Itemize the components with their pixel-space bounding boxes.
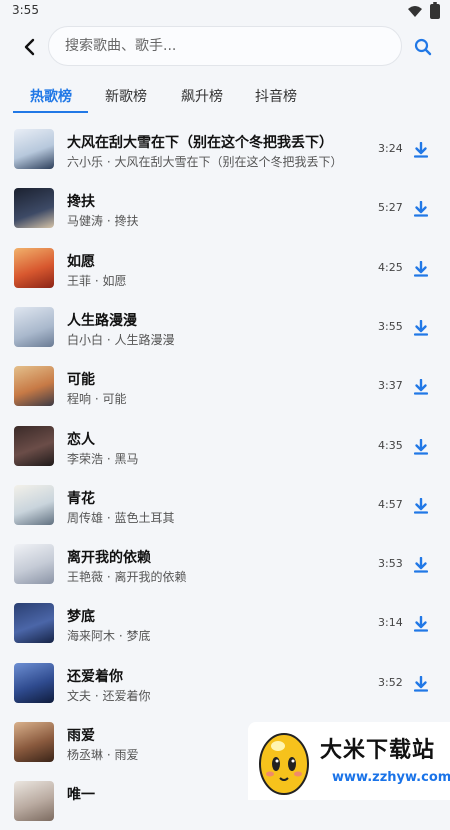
song-row[interactable]: 离开我的依赖王艳薇 · 离开我的依赖 3:53 (0, 534, 450, 593)
download-button[interactable] (410, 198, 432, 220)
song-duration: 3:24 (378, 142, 403, 155)
active-tab-indicator (13, 111, 88, 113)
back-button[interactable] (16, 34, 42, 60)
search-icon (414, 38, 432, 56)
download-button[interactable] (410, 436, 432, 458)
battery-icon (430, 2, 440, 19)
song-duration: 3:14 (378, 616, 403, 630)
song-row[interactable]: 人生路漫漫白小白 · 人生路漫漫 3:55 (0, 297, 450, 356)
chart-tabs: 热歌榜 新歌榜 飙升榜 抖音榜 (0, 80, 450, 114)
status-time: 3:55 (12, 3, 39, 17)
song-row[interactable]: 搀扶马健涛 · 搀扶 5:27 (0, 178, 450, 237)
download-button[interactable] (410, 613, 432, 635)
album-cover (14, 484, 54, 525)
song-row[interactable]: 如愿王菲 · 如愿 4:25 (0, 238, 450, 297)
song-title: 搀扶 (67, 194, 95, 211)
download-icon (414, 142, 428, 158)
song-row[interactable]: 恋人李荣浩 · 黑马 4:35 (0, 416, 450, 475)
song-title: 雨爱 (67, 728, 95, 744)
song-title: 人生路漫漫 (67, 312, 137, 329)
status-icons (408, 2, 440, 19)
song-title: 梦底 (67, 609, 95, 626)
song-artist: 王菲 · 如愿 (67, 273, 127, 288)
song-duration: 3:53 (378, 557, 403, 571)
song-title: 唯一 (67, 787, 95, 804)
chevron-left-icon (24, 38, 35, 56)
top-bar (0, 22, 450, 74)
song-title: 恋人 (67, 431, 95, 448)
status-bar: 3:55 (0, 0, 450, 22)
album-cover (14, 247, 54, 288)
download-button[interactable] (410, 317, 432, 339)
ad-url: www.zzhyw.com (332, 770, 450, 785)
song-row[interactable]: 梦底海来阿木 · 梦底 3:14 (0, 593, 450, 652)
song-artist: 六小乐 · 大风在刮大雪在下（别在这个冬把我丢下） (67, 155, 343, 169)
wifi-icon (408, 6, 422, 17)
song-artist: 王艳薇 · 离开我的依赖 (67, 570, 187, 585)
song-artist: 李荣浩 · 黑马 (67, 451, 139, 466)
album-cover (14, 366, 54, 407)
download-icon (414, 616, 428, 632)
download-button[interactable] (410, 495, 432, 517)
song-row[interactable]: 青花周传雄 · 蓝色土耳其 4:57 (0, 475, 450, 534)
search-button[interactable] (410, 34, 436, 60)
tab-hot[interactable]: 热歌榜 (10, 86, 92, 106)
song-title: 大风在刮大雪在下（别在这个冬把我丢下） (67, 135, 333, 151)
song-duration: 5:27 (378, 201, 403, 215)
download-icon (414, 438, 428, 455)
album-cover (14, 781, 54, 822)
download-button[interactable] (410, 258, 432, 280)
album-cover (14, 306, 54, 347)
album-cover (14, 188, 54, 229)
song-artist: 程响 · 可能 (67, 392, 127, 407)
song-duration: 3:55 (378, 319, 403, 333)
download-button[interactable] (410, 673, 432, 695)
ad-title: 大米下载站 (320, 738, 436, 763)
download-button[interactable] (410, 376, 432, 398)
song-title: 离开我的依赖 (67, 550, 151, 567)
download-icon (414, 675, 428, 692)
song-duration: 4:57 (378, 497, 403, 511)
song-title: 可能 (67, 372, 95, 389)
tab-rising[interactable]: 飙升榜 (161, 86, 243, 106)
song-artist: 海来阿木 · 梦底 (67, 629, 151, 644)
egg-mascot-logo (259, 733, 309, 795)
download-icon (414, 557, 428, 573)
song-artist: 马健涛 · 搀扶 (67, 214, 139, 229)
song-title: 青花 (67, 490, 95, 507)
album-cover (14, 425, 54, 466)
download-icon (414, 319, 428, 336)
download-icon (414, 497, 428, 514)
album-cover (14, 722, 54, 762)
album-cover (14, 544, 54, 585)
album-cover (14, 129, 54, 169)
song-row[interactable]: 大风在刮大雪在下（别在这个冬把我丢下） 六小乐 · 大风在刮大雪在下（别在这个冬把… (0, 119, 450, 178)
song-title: 还爱着你 (67, 668, 123, 685)
song-duration: 3:52 (378, 675, 403, 689)
song-row[interactable]: 还爱着你文夫 · 还爱着你 3:52 (0, 653, 450, 712)
watermark-ad: 大米下载站 www.zzhyw.com (248, 722, 450, 800)
song-duration: 4:25 (378, 260, 403, 274)
download-icon (414, 260, 428, 277)
search-box[interactable] (48, 26, 402, 66)
song-artist: 文夫 · 还爱着你 (67, 688, 151, 703)
song-artist: 周传雄 · 蓝色土耳其 (67, 510, 175, 525)
song-row[interactable]: 可能程响 · 可能 3:37 (0, 356, 450, 415)
download-icon (414, 201, 428, 217)
download-button[interactable] (410, 554, 432, 576)
tab-new[interactable]: 新歌榜 (85, 86, 167, 106)
song-duration: 3:37 (378, 379, 403, 393)
song-title: 如愿 (67, 253, 95, 270)
album-cover (14, 603, 54, 644)
tab-douyin[interactable]: 抖音榜 (235, 86, 317, 106)
search-input[interactable] (63, 37, 387, 55)
song-artist: 杨丞琳 · 雨爱 (67, 748, 139, 762)
album-cover (14, 662, 54, 703)
download-button[interactable] (410, 139, 432, 161)
song-artist: 白小白 · 人生路漫漫 (67, 332, 175, 347)
song-duration: 4:35 (378, 438, 403, 452)
download-icon (414, 379, 428, 395)
